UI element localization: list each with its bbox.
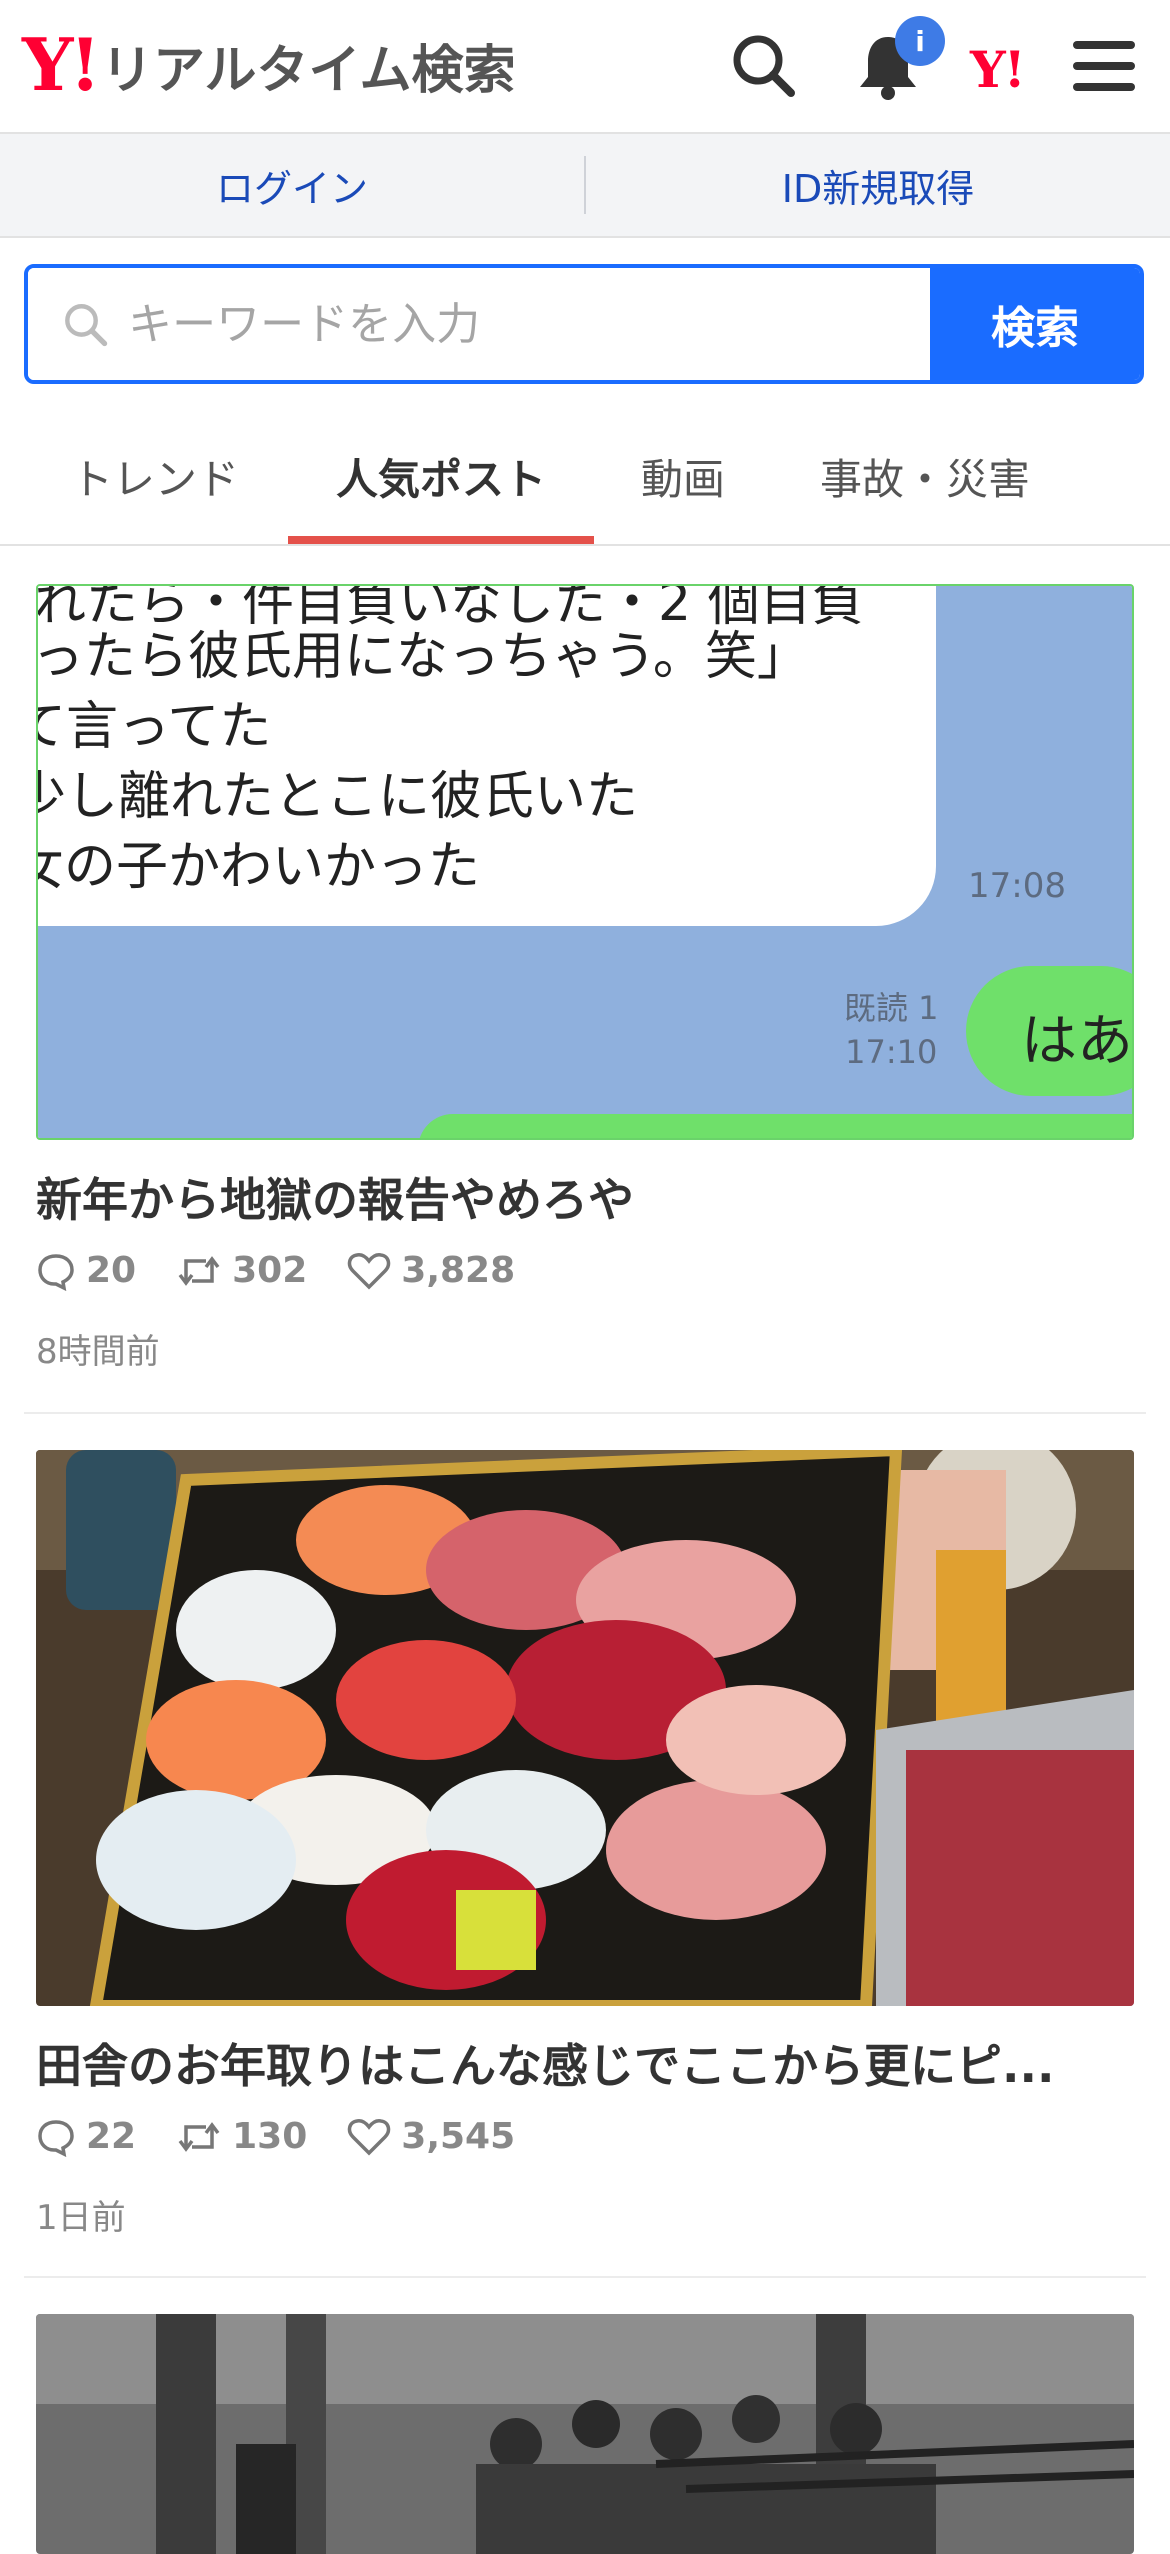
tab-video[interactable]: 動画 [600,408,766,544]
sashimi-photo [36,1450,1134,2006]
repost-count-value: 130 [232,2116,308,2157]
repost-icon [178,2121,220,2152]
repost-count[interactable]: 130 [176,2116,307,2157]
tab-trend[interactable]: トレンド [40,408,270,544]
post-card[interactable]: れたら・件目負いなした・2 個目負 ったら彼氏用になっちゃう。笑」 て言ってた … [24,584,1146,1384]
post-image[interactable] [36,1450,1134,2006]
app-header: Y! リアルタイム検索 i Y! [0,0,1170,134]
repost-icon [178,1255,220,1286]
search-input[interactable] [108,297,930,351]
yahoo-brand-icon[interactable]: Y! [970,40,1026,99]
post-time: 1日前 [36,2198,126,2238]
login-bar: ログイン ID新規取得 [0,134,1170,238]
search-button[interactable]: 検索 [930,268,1140,380]
post-card[interactable]: 田舎のお年取りはこんな感じでここから更にピ... 22 130 3,545 1日… [24,1450,1146,2250]
chat-line: ったら彼氏用になっちゃう。笑」 [36,627,809,687]
post-divider [24,1412,1146,1414]
chat-bubble: れたら・件目負いなした・2 個目負 ったら彼氏用になっちゃう。笑」 て言ってた … [38,586,936,926]
chat-line: 少し離れたとこに彼氏いた [36,767,639,827]
post-image[interactable] [36,2314,1134,2554]
chat-read-status: 既読 1 17:10 [844,986,939,1074]
post-stats: 20 302 3,828 [36,1250,555,1291]
active-tab-indicator [288,536,594,544]
logo-mark: Y! [22,22,101,107]
chat-screenshot: れたら・件目負いなした・2 個目負 ったら彼氏用になっちゃう。笑」 て言ってた … [38,586,1132,1138]
category-tabs: トレンド 人気ポスト 動画 事故・災害 [0,408,1170,546]
chat-line: 女の子かわいかった [36,837,481,897]
reply-count-value: 20 [86,1250,137,1291]
login-link[interactable]: ログイン [0,134,584,236]
chat-timestamp: 17:08 [968,866,1066,906]
search-icon[interactable] [726,28,802,104]
chat-reply-bubble: はあ [966,966,1133,1096]
notification-badge: i [895,16,945,66]
chat-reply-text: はあ [1021,1009,1133,1074]
chat-reply-bubble-2 [418,1114,1132,1138]
reply-count[interactable]: 20 [36,1250,136,1291]
heart-icon [348,2118,391,2155]
tab-popular-posts[interactable]: 人気ポスト [288,408,594,544]
reply-icon [38,2119,74,2157]
logo-text: リアルタイム検索 [101,40,516,101]
like-count-value: 3,545 [401,2116,516,2157]
post-card[interactable] [24,2314,1146,2554]
register-link[interactable]: ID新規取得 [586,134,1170,236]
tab-accident-disaster[interactable]: 事故・災害 [790,408,1060,544]
post-image[interactable]: れたら・件目負いなした・2 個目負 ったら彼氏用になっちゃう。笑」 て言ってた … [36,584,1134,1140]
search-input-wrapper [28,268,930,380]
reply-count[interactable]: 22 [36,2116,136,2157]
reply-count-value: 22 [86,2116,137,2157]
like-count-value: 3,828 [401,1250,516,1291]
read-time: 17:10 [845,1033,938,1071]
reply-icon [38,1253,74,1291]
post-stats: 22 130 3,545 [36,2116,555,2157]
yahoo-realtime-logo[interactable]: Y! リアルタイム検索 [22,22,516,107]
post-title[interactable]: 新年から地獄の報告やめろや [36,1164,634,1230]
like-count[interactable]: 3,545 [347,2116,515,2157]
post-divider [24,2276,1146,2278]
like-count[interactable]: 3,828 [347,1250,515,1291]
search-box: 検索 [24,264,1144,384]
post-time: 8時間前 [36,1332,160,1372]
heart-icon [348,1252,391,1289]
read-label: 既読 1 [844,989,939,1027]
repost-count-value: 302 [232,1250,308,1291]
hamburger-menu-icon[interactable] [1066,28,1142,104]
post-title[interactable]: 田舎のお年取りはこんな感じでここから更にピ... [36,2030,1054,2096]
chat-line: て言ってた [36,697,272,757]
search-field-icon [65,304,108,347]
historical-photo [36,2314,1134,2554]
repost-count[interactable]: 302 [176,1250,307,1291]
